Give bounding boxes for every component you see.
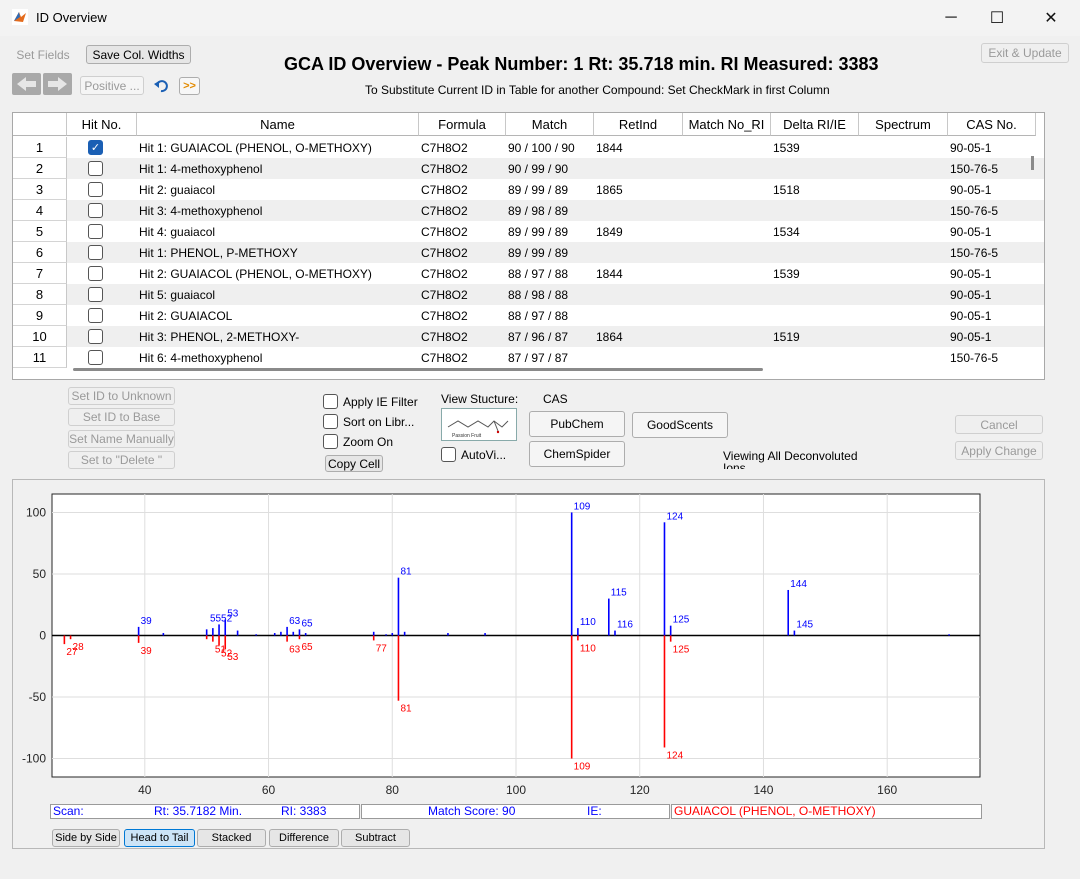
status-ri: RI: 3383 xyxy=(281,804,327,818)
peak-label: 109 xyxy=(574,762,591,773)
peak-label: 125 xyxy=(673,645,690,656)
peak-label: 55 xyxy=(210,613,222,624)
status-scan: Scan: xyxy=(53,804,84,818)
x-tick-label: 40 xyxy=(138,783,152,797)
status-rt: Rt: 35.7182 Min. xyxy=(154,804,243,818)
peak-label: 145 xyxy=(796,620,813,631)
mode-subtract-button[interactable]: Subtract xyxy=(341,829,410,847)
peak-label: 65 xyxy=(301,642,313,653)
peak-label: 124 xyxy=(666,511,683,522)
peak-label: 109 xyxy=(574,501,591,512)
y-tick-label: -50 xyxy=(29,690,47,704)
x-tick-label: 120 xyxy=(630,783,650,797)
peak-label: 39 xyxy=(141,646,153,657)
status-scan-rt-ri: Scan: Rt: 35.7182 Min. RI: 3383 xyxy=(50,804,360,819)
peak-label: 53 xyxy=(227,609,239,620)
x-tick-label: 160 xyxy=(877,783,897,797)
peak-label: 144 xyxy=(790,579,807,590)
peak-label: 53 xyxy=(227,652,239,663)
peak-label: 116 xyxy=(617,620,633,631)
mode-head-to-tail-button[interactable]: Head to Tail xyxy=(124,829,195,847)
peak-label: 110 xyxy=(580,617,596,628)
mode-difference-button[interactable]: Difference xyxy=(269,829,339,847)
status-match-score: Match Score: 90 xyxy=(428,804,516,818)
x-tick-label: 100 xyxy=(506,783,526,797)
peak-label: 63 xyxy=(289,616,301,627)
x-tick-label: 80 xyxy=(386,783,400,797)
mode-side-by-side-button[interactable]: Side by Side xyxy=(52,829,120,847)
y-tick-label: 100 xyxy=(26,505,46,519)
y-tick-label: 50 xyxy=(33,567,47,581)
y-tick-label: -100 xyxy=(22,752,46,766)
x-tick-label: 60 xyxy=(262,783,276,797)
peak-label: 124 xyxy=(666,750,683,761)
x-tick-label: 140 xyxy=(753,783,773,797)
status-bar: Scan: Rt: 35.7182 Min. RI: 3383 Match Sc… xyxy=(50,804,982,819)
mode-stacked-button[interactable]: Stacked xyxy=(197,829,266,847)
peak-label: 125 xyxy=(673,615,690,626)
status-ie: IE: xyxy=(587,804,602,818)
peak-label: 81 xyxy=(400,567,412,578)
peak-label: 115 xyxy=(611,588,627,599)
peak-label: 110 xyxy=(580,643,596,654)
peak-label: 65 xyxy=(301,618,313,629)
status-match: Match Score: 90 IE: xyxy=(361,804,670,819)
mass-spectrum-chart[interactable]: 40 60 80 100 120 140 160100500-50-10039 525363 6… xyxy=(0,0,1080,879)
status-compound: GUAIACOL (PHENOL, O-METHOXY) xyxy=(671,804,982,819)
peak-label: 28 xyxy=(73,642,85,653)
peak-label: 39 xyxy=(141,616,153,627)
y-tick-label: 0 xyxy=(39,629,46,643)
peak-label: 81 xyxy=(400,704,412,715)
peak-label: 77 xyxy=(376,643,388,654)
peak-label: 63 xyxy=(289,645,301,656)
